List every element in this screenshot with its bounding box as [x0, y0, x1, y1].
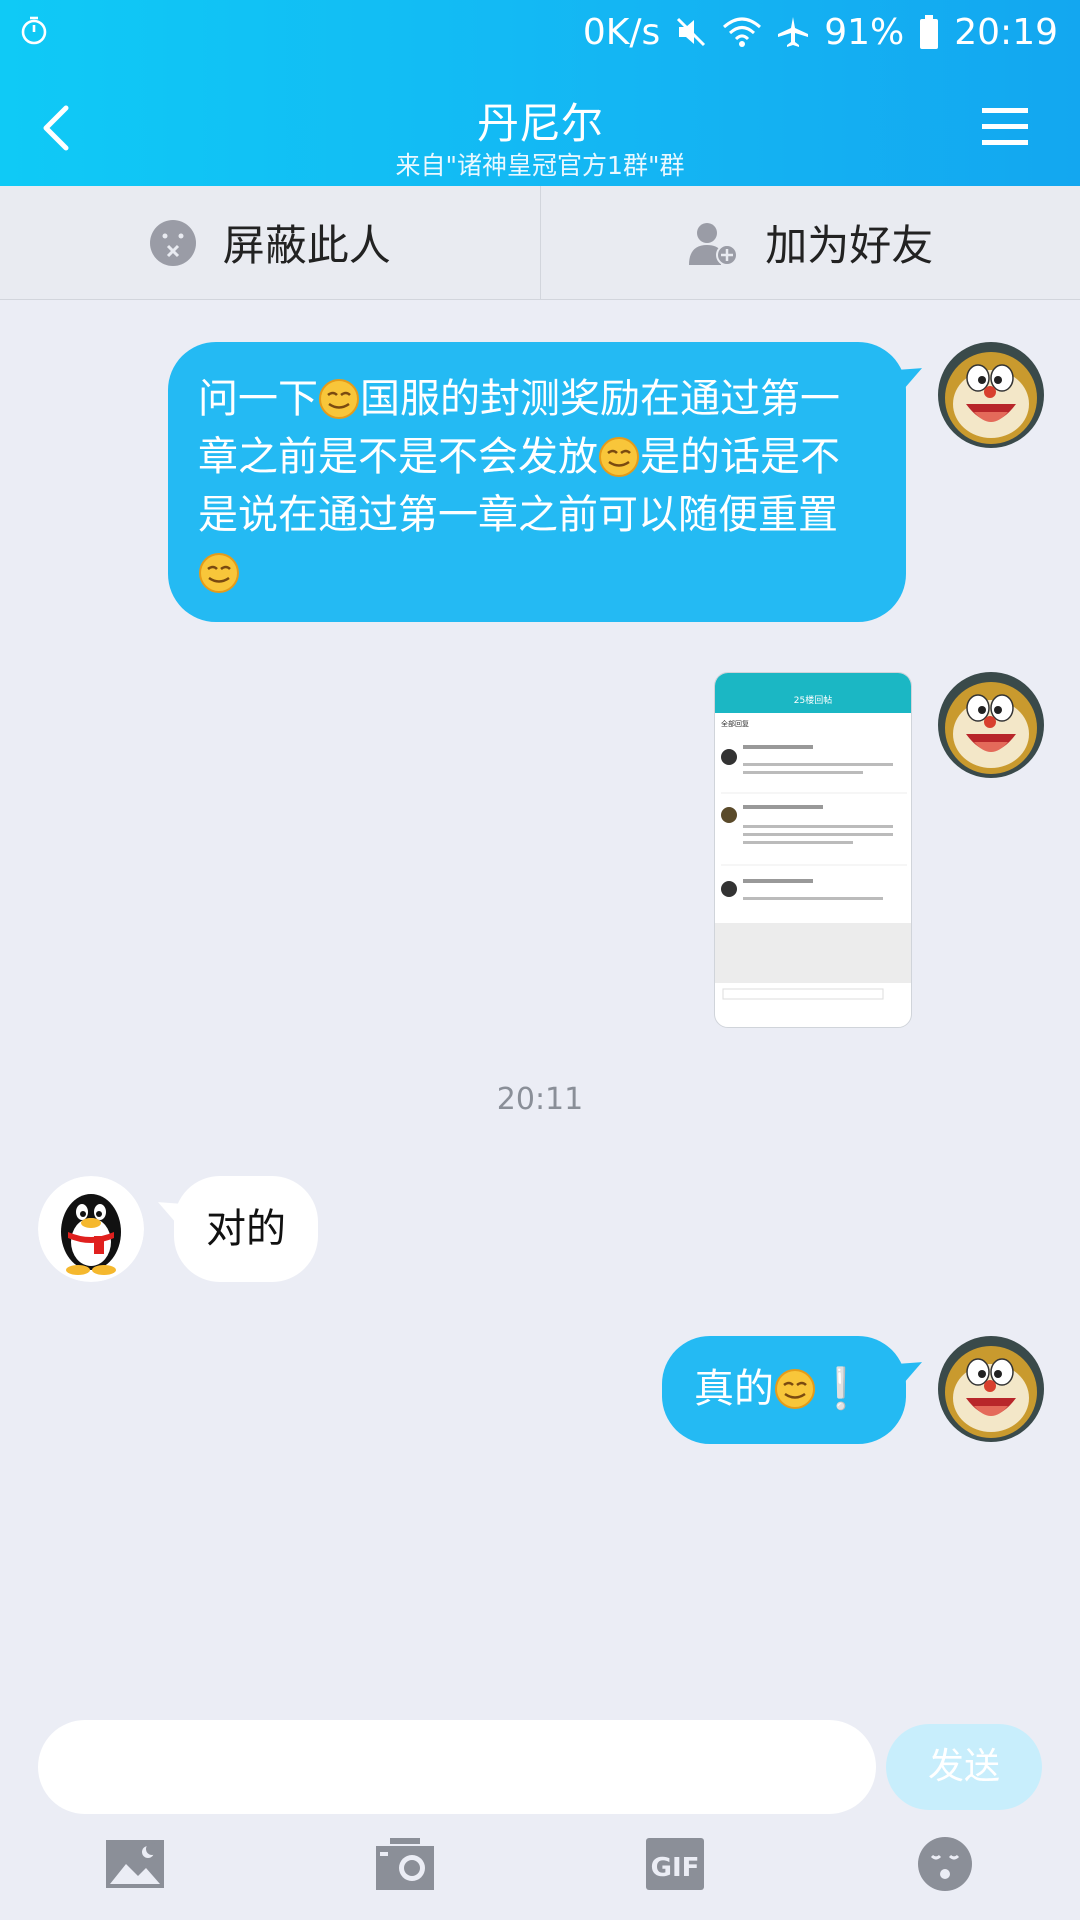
block-face-icon — [149, 219, 196, 266]
wifi-icon — [723, 17, 762, 47]
chat-title: 丹尼尔 — [476, 99, 603, 148]
qq-penguin-avatar-icon — [38, 1176, 144, 1282]
my-avatar[interactable] — [938, 342, 1044, 448]
thumbnail-content — [715, 745, 911, 1000]
battery-icon — [920, 15, 939, 49]
thumbnail-tab: 全部回复 — [721, 720, 749, 728]
stranger-action-bar: 屏蔽此人 加为好友 — [0, 186, 1080, 300]
mute-icon — [677, 17, 706, 47]
outgoing-message-3[interactable]: 真的 ❕ — [662, 1336, 906, 1444]
network-speed: 0K/s — [582, 11, 661, 53]
thumbnail-title: 25楼回帖 — [715, 691, 911, 713]
doraemon-avatar-icon — [938, 672, 1044, 778]
add-friend-label: 加为好友 — [765, 221, 934, 270]
image-icon[interactable] — [104, 1836, 166, 1892]
menu-button[interactable] — [980, 104, 1030, 150]
status-bar: 0K/s 91% 20:19 — [0, 0, 1080, 64]
add-friend-icon — [689, 222, 739, 266]
clock: 20:19 — [954, 11, 1058, 53]
incoming-message[interactable]: 对的 — [174, 1176, 318, 1282]
nav-bar: 丹尼尔 来自"诸神皇冠官方1群"群 — [0, 64, 1080, 186]
doraemon-avatar-icon — [938, 342, 1044, 448]
message-text: 真的 — [694, 1366, 774, 1412]
outgoing-message-1[interactable]: 问一下 国服的封测奖励在通过第一章之前是不是不会发放 是的话是不是说在通过第一章之前… — [168, 342, 906, 622]
svg-text:GIF: GIF — [651, 1853, 700, 1883]
smirk-emoji-icon — [599, 437, 639, 477]
message-text: 问一下 — [198, 376, 318, 422]
block-user-label: 屏蔽此人 — [222, 221, 391, 270]
gif-icon[interactable]: GIF — [644, 1836, 706, 1892]
message-input[interactable] — [38, 1720, 876, 1814]
my-avatar[interactable] — [938, 1336, 1044, 1442]
send-button[interactable]: 发送 — [886, 1724, 1042, 1810]
camera-icon[interactable] — [374, 1836, 436, 1892]
smirk-emoji-icon — [775, 1369, 815, 1409]
smirk-emoji-icon — [199, 553, 239, 593]
screenshot-image-message[interactable]: 25楼回帖 全部回复 — [714, 672, 912, 1028]
smirk-emoji-icon — [319, 379, 359, 419]
contact-avatar[interactable] — [38, 1176, 144, 1282]
doraemon-avatar-icon — [938, 1336, 1044, 1442]
timer-icon — [21, 16, 47, 45]
exclamation-mark: ❕ — [816, 1366, 866, 1412]
my-avatar[interactable] — [938, 672, 1044, 778]
block-user-button[interactable]: 屏蔽此人 — [0, 186, 540, 299]
emoji-icon[interactable] — [914, 1836, 976, 1892]
chat-subtitle: 来自"诸神皇冠官方1群"群 — [395, 151, 685, 180]
message-timestamp: 20:11 — [496, 1082, 584, 1117]
add-friend-button[interactable]: 加为好友 — [539, 186, 1080, 299]
app-header: 0K/s 91% 20:19 丹尼尔 来自"诸神皇冠官方1群"群 — [0, 0, 1080, 186]
airplane-icon — [778, 17, 809, 47]
message-text: 对的 — [206, 1206, 286, 1252]
battery-level: 91% — [824, 11, 905, 53]
